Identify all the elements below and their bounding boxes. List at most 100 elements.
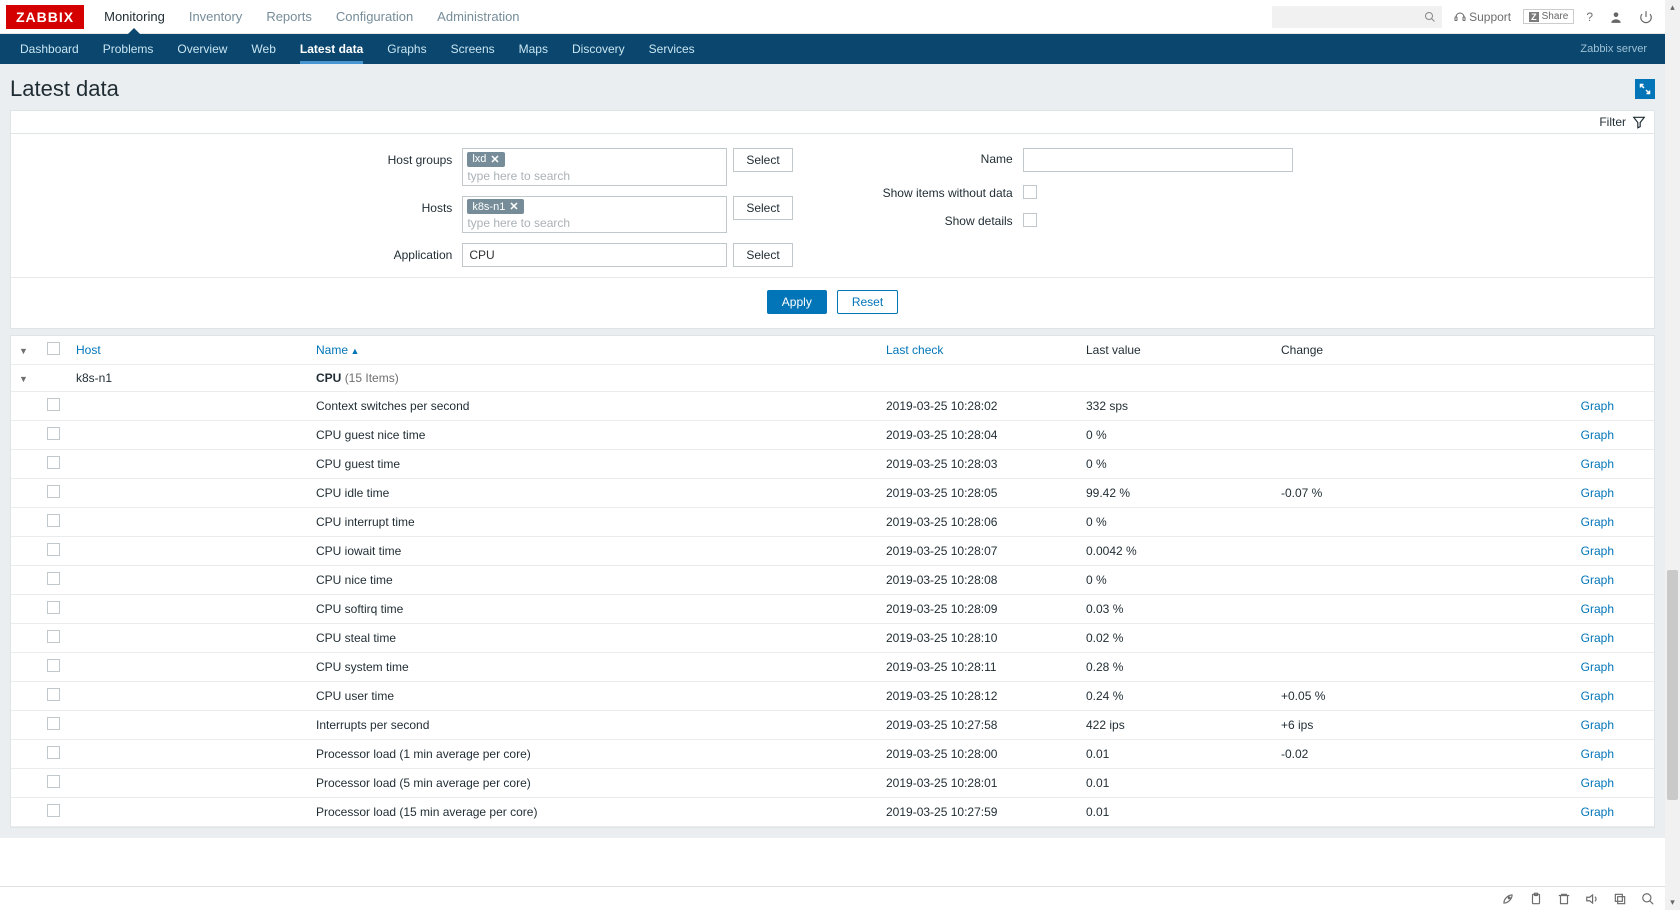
item-name[interactable]: CPU idle time xyxy=(308,479,878,508)
item-name[interactable]: Processor load (15 min average per core) xyxy=(308,798,878,827)
row-checkbox[interactable] xyxy=(47,514,60,527)
remove-token-icon[interactable]: ✕ xyxy=(490,153,499,166)
graph-link[interactable]: Graph xyxy=(1581,776,1614,790)
item-name[interactable]: CPU softirq time xyxy=(308,595,878,624)
main-nav-monitoring[interactable]: Monitoring xyxy=(92,0,177,33)
row-checkbox[interactable] xyxy=(47,456,60,469)
support-link[interactable]: Support xyxy=(1450,10,1515,24)
item-name[interactable]: CPU steal time xyxy=(308,624,878,653)
show-details-checkbox[interactable] xyxy=(1023,213,1037,227)
item-name[interactable]: Processor load (1 min average per core) xyxy=(308,740,878,769)
row-checkbox[interactable] xyxy=(47,688,60,701)
scroll-up-icon[interactable]: ▴ xyxy=(1665,0,1680,15)
item-name[interactable]: CPU nice time xyxy=(308,566,878,595)
col-host[interactable]: Host xyxy=(68,336,308,365)
graph-link[interactable]: Graph xyxy=(1581,718,1614,732)
col-last-check[interactable]: Last check xyxy=(878,336,1078,365)
tool-search-icon[interactable] xyxy=(1641,892,1655,906)
item-name[interactable]: CPU system time xyxy=(308,653,878,682)
sub-nav-discovery[interactable]: Discovery xyxy=(560,34,637,64)
application-select-button[interactable]: Select xyxy=(733,243,792,267)
graph-link[interactable]: Graph xyxy=(1581,428,1614,442)
hostgroups-text[interactable] xyxy=(467,169,722,183)
row-checkbox[interactable] xyxy=(47,659,60,672)
tool-volume-icon[interactable] xyxy=(1585,892,1599,906)
hostgroups-input[interactable]: lxd✕ xyxy=(462,148,727,186)
row-checkbox[interactable] xyxy=(47,543,60,556)
filter-toggle[interactable]: Filter xyxy=(10,110,1655,133)
row-checkbox[interactable] xyxy=(47,630,60,643)
user-button[interactable] xyxy=(1605,10,1627,24)
hostgroups-select-button[interactable]: Select xyxy=(733,148,792,172)
collapse-group-icon[interactable]: ▼ xyxy=(19,374,31,384)
graph-link[interactable]: Graph xyxy=(1581,399,1614,413)
graph-link[interactable]: Graph xyxy=(1581,805,1614,819)
sub-nav-web[interactable]: Web xyxy=(239,34,287,64)
row-checkbox[interactable] xyxy=(47,804,60,817)
item-name[interactable]: CPU iowait time xyxy=(308,537,878,566)
graph-link[interactable]: Graph xyxy=(1581,457,1614,471)
row-checkbox[interactable] xyxy=(47,572,60,585)
graph-link[interactable]: Graph xyxy=(1581,544,1614,558)
row-checkbox[interactable] xyxy=(47,775,60,788)
item-name[interactable]: Processor load (5 min average per core) xyxy=(308,769,878,798)
sub-nav-screens[interactable]: Screens xyxy=(439,34,507,64)
row-checkbox[interactable] xyxy=(47,746,60,759)
logout-button[interactable] xyxy=(1635,10,1657,24)
hosts-select-button[interactable]: Select xyxy=(733,196,792,220)
graph-link[interactable]: Graph xyxy=(1581,573,1614,587)
graph-link[interactable]: Graph xyxy=(1581,747,1614,761)
item-name[interactable]: Context switches per second xyxy=(308,392,878,421)
application-input[interactable] xyxy=(462,243,727,267)
sub-nav-latest-data[interactable]: Latest data xyxy=(288,34,375,64)
remove-token-icon[interactable]: ✕ xyxy=(509,200,518,213)
hosts-input[interactable]: k8s-n1✕ xyxy=(462,196,727,234)
graph-link[interactable]: Graph xyxy=(1581,631,1614,645)
main-nav-configuration[interactable]: Configuration xyxy=(324,0,425,33)
main-nav-administration[interactable]: Administration xyxy=(425,0,531,33)
row-checkbox[interactable] xyxy=(47,427,60,440)
help-button[interactable]: ? xyxy=(1582,10,1597,24)
hosts-text[interactable] xyxy=(467,216,722,230)
tool-copy-icon[interactable] xyxy=(1613,892,1627,906)
item-name[interactable]: CPU guest time xyxy=(308,450,878,479)
share-link[interactable]: Z Share xyxy=(1523,9,1574,24)
sub-nav-overview[interactable]: Overview xyxy=(165,34,239,64)
item-name[interactable]: CPU interrupt time xyxy=(308,508,878,537)
main-nav-inventory[interactable]: Inventory xyxy=(177,0,254,33)
row-checkbox[interactable] xyxy=(47,717,60,730)
graph-link[interactable]: Graph xyxy=(1581,515,1614,529)
col-name[interactable]: Name xyxy=(308,336,878,365)
main-nav-reports[interactable]: Reports xyxy=(254,0,324,33)
hostgroup-token[interactable]: lxd✕ xyxy=(467,152,504,167)
collapse-all-icon[interactable]: ▼ xyxy=(19,346,31,356)
browser-scrollbar[interactable]: ▴ ▾ xyxy=(1665,0,1680,910)
tool-trash-icon[interactable] xyxy=(1557,892,1571,906)
sub-nav-maps[interactable]: Maps xyxy=(507,34,560,64)
global-search[interactable] xyxy=(1272,6,1442,28)
show-without-checkbox[interactable] xyxy=(1023,185,1037,199)
name-input[interactable] xyxy=(1023,148,1293,172)
tool-clipboard-icon[interactable] xyxy=(1529,892,1543,906)
graph-link[interactable]: Graph xyxy=(1581,486,1614,500)
sub-nav-dashboard[interactable]: Dashboard xyxy=(8,34,91,64)
sub-nav-services[interactable]: Services xyxy=(637,34,707,64)
select-all-checkbox[interactable] xyxy=(47,342,60,355)
sub-nav-problems[interactable]: Problems xyxy=(91,34,166,64)
row-checkbox[interactable] xyxy=(47,398,60,411)
row-checkbox[interactable] xyxy=(47,601,60,614)
server-name[interactable]: Zabbix server xyxy=(1580,43,1657,55)
scroll-thumb[interactable] xyxy=(1667,570,1678,800)
apply-button[interactable]: Apply xyxy=(767,290,827,314)
item-name[interactable]: Interrupts per second xyxy=(308,711,878,740)
graph-link[interactable]: Graph xyxy=(1581,689,1614,703)
scroll-down-icon[interactable]: ▾ xyxy=(1665,895,1680,910)
reset-button[interactable]: Reset xyxy=(837,290,898,314)
graph-link[interactable]: Graph xyxy=(1581,660,1614,674)
graph-link[interactable]: Graph xyxy=(1581,602,1614,616)
fullscreen-button[interactable] xyxy=(1635,79,1655,99)
group-host[interactable]: k8s-n1 xyxy=(68,365,308,392)
logo[interactable]: ZABBIX xyxy=(6,5,84,29)
tool-rocket-icon[interactable] xyxy=(1501,892,1515,906)
item-name[interactable]: CPU user time xyxy=(308,682,878,711)
